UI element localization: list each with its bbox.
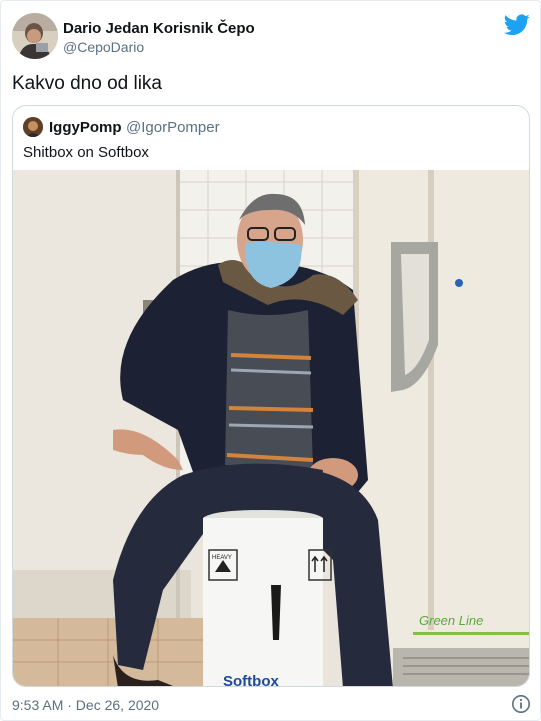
quoted-author-handle[interactable]: @IgorPomper — [126, 119, 220, 136]
info-icon[interactable] — [511, 694, 531, 714]
quoted-tweet[interactable]: IggyPomp @IgorPomper Shitbox on Softbox — [12, 105, 530, 687]
softbox-brand: Softbox — [223, 673, 279, 687]
quoted-tweet-text: Shitbox on Softbox — [23, 144, 149, 161]
box-heavy-label: HEAVY — [212, 555, 232, 561]
quoted-author-name[interactable]: IggyPomp — [49, 119, 122, 136]
tweet-timestamp[interactable]: 9:53 AM · Dec 26, 2020 — [12, 697, 159, 713]
tweet-text: Kakvo dno od lika — [12, 73, 162, 94]
quoted-author-avatar[interactable] — [23, 117, 43, 137]
freezer-label: Green Line — [419, 613, 483, 628]
author-avatar[interactable] — [12, 13, 58, 59]
quoted-tweet-photo[interactable]: Green Line HEAVY Softbox — [13, 170, 530, 687]
author-name[interactable]: Dario Jedan Korisnik Čepo — [63, 20, 255, 37]
author-handle[interactable]: @CepoDario — [63, 39, 144, 55]
tweet-card: Dario Jedan Korisnik Čepo @CepoDario Kak… — [0, 0, 541, 721]
twitter-bird-icon[interactable] — [504, 14, 530, 36]
